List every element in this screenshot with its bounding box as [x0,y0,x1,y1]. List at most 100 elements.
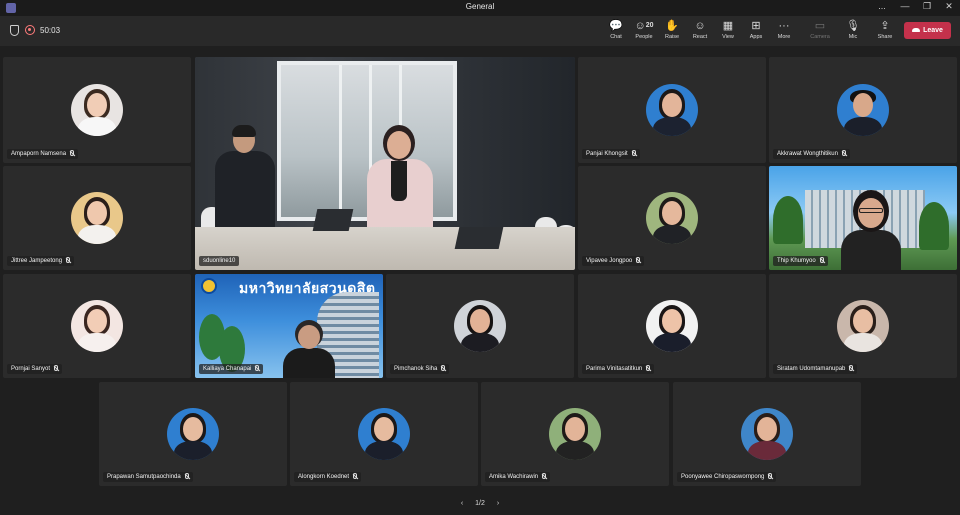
mic-button[interactable]: 🎙 Mic [838,19,868,45]
participant-name: Vipavee Jongpoo [582,256,645,266]
leave-button[interactable]: Leave [904,22,951,39]
camera-off-icon: ▭ [814,20,826,32]
participant-tile[interactable]: Amika Wachirawin [481,382,669,486]
participant-name: Jittree Jampeetong [7,256,75,266]
phone-hangup-icon [912,28,921,33]
more-icon: ··· [778,20,790,32]
participant-name: Parima Vinitasatitkun [582,364,655,374]
mic-muted-icon [768,473,773,479]
participant-tile[interactable]: Prapawan Samutpaochinda [99,382,287,486]
mic-muted-icon [184,473,189,479]
chat-button[interactable]: 💬 Chat [601,19,631,45]
mic-muted-icon [54,365,59,371]
avatar [646,300,698,352]
camera-button[interactable]: ▭ Camera [805,19,835,45]
window-title: General [465,2,495,11]
participant-video-person [361,125,437,232]
view-icon: ▦ [722,20,734,32]
mic-muted-icon [70,150,75,156]
mic-muted-icon [819,257,824,263]
avatar [167,408,219,460]
avatar [646,84,698,136]
participant-tile[interactable]: Pornjai Sanyot [3,274,191,378]
mic-muted-icon [441,365,446,371]
participant-tile[interactable]: Panjai Khongsit [578,57,766,163]
avatar [549,408,601,460]
participant-video-person [207,125,277,232]
participant-tile[interactable]: Ampaporn Namsena [3,57,191,163]
participant-tile[interactable]: Akkrawat Wongthitikun [769,57,957,163]
participant-name: Siratam Udomtamanupab [773,364,858,374]
gallery-pager: ‹ 1/2 › [0,500,960,512]
meeting-toolbar: 50:03 💬 Chat ☺20 People ✋ Raise ☺ React … [0,16,960,46]
close-icon[interactable]: ✕ [939,1,959,12]
participant-name: sduonline10 [199,256,240,266]
page-indicator: 1/2 [475,500,485,507]
raise-hand-button[interactable]: ✋ Raise [657,19,687,45]
avatar [837,84,889,136]
participant-tile[interactable]: Parima Vinitasatitkun [578,274,766,378]
participant-video-person [281,320,337,378]
mic-muted-icon [849,365,854,371]
react-button[interactable]: ☺ React [685,19,715,45]
participant-name: Pornjai Sanyot [7,364,63,374]
participant-tile[interactable]: Siratam Udomtamanupab [769,274,957,378]
more-button[interactable]: ··· More [769,19,799,45]
participant-tile[interactable]: Pimchanok Siha [386,274,574,378]
share-button[interactable]: ⇪ Share [870,19,900,45]
participant-name: Ampaporn Namsena [7,149,79,159]
participant-tile[interactable]: Alongkorn Koednet [290,382,478,486]
mic-off-icon: 🎙 [846,20,860,32]
participant-name: Poonyawee Chiropaswornpong [677,472,777,482]
avatar [741,408,793,460]
apps-button[interactable]: ⊞ Apps [741,19,771,45]
participant-tile[interactable]: Vipavee Jongpoo [578,166,766,270]
participant-name: Kalliaya Chanapai [199,364,264,374]
avatar [646,192,698,244]
avatar [71,84,123,136]
previous-page-icon[interactable]: ‹ [461,500,463,507]
chat-icon: 💬 [609,20,623,32]
mic-muted-icon [636,257,641,263]
mic-muted-icon [255,365,260,371]
next-page-icon[interactable]: › [497,500,499,507]
avatar [837,300,889,352]
participant-video-tile[interactable]: มหาวิทยาลัยสวนดุสิต Kalliaya Chanapai [195,274,383,378]
mic-muted-icon [542,473,547,479]
participant-tile[interactable]: Poonyawee Chiropaswornpong [673,382,861,486]
share-icon: ⇪ [880,20,890,32]
participant-name: Akkrawat Wongthitikun [773,149,850,159]
avatar [358,408,410,460]
participant-tile[interactable]: Jittree Jampeetong [3,166,191,270]
maximize-icon[interactable]: ❐ [917,1,937,12]
shield-icon [10,25,19,36]
participant-video-tile[interactable]: Thip Khumyoo [769,166,957,270]
participant-name: Amika Wachirawin [485,472,551,482]
minimize-icon[interactable]: — [895,1,915,11]
participant-name: Panjai Khongsit [582,149,640,159]
mic-muted-icon [631,150,636,156]
participant-name: Thip Khumyoo [773,256,828,266]
mic-muted-icon [646,365,651,371]
recording-icon [25,25,35,35]
apps-icon: ⊞ [751,20,761,32]
avatar [71,192,123,244]
participant-video-person [841,190,901,270]
people-button[interactable]: ☺20 People [629,19,659,45]
window-more-icon[interactable]: ... [872,1,892,11]
participant-name: Prapawan Samutpaochinda [103,472,193,482]
mic-muted-icon [841,150,846,156]
people-icon: ☺20 [634,20,654,32]
view-button[interactable]: ▦ View [713,19,743,45]
avatar [454,300,506,352]
avatar [71,300,123,352]
participant-video-tile[interactable]: sduonline10 [195,57,575,270]
participant-name: Pimchanok Siha [390,364,450,374]
university-logo-icon [201,278,217,294]
raise-hand-icon: ✋ [665,20,679,32]
mic-muted-icon [353,473,358,479]
mic-muted-icon [66,257,71,263]
meeting-timer: 50:03 [40,26,61,35]
participant-name: Alongkorn Koednet [294,472,362,482]
react-icon: ☺ [694,20,706,32]
